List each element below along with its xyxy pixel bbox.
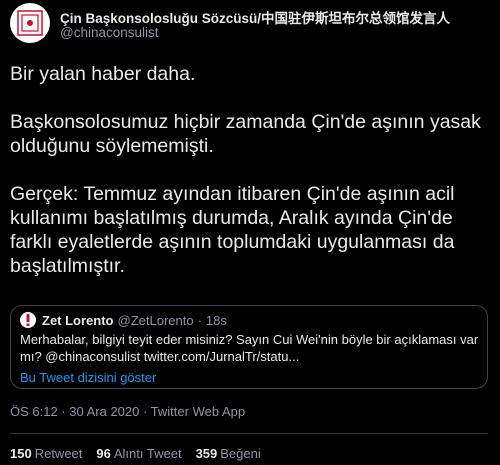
quoted-tweet-text: Merhabalar, bilgiyi teyit eder misiniz? … [20,332,479,364]
tweet-paragraph: Gerçek: Temmuz ayından itibaren Çin'de a… [10,183,455,277]
quoted-author-handle: @ZetLorento [117,312,194,328]
author-handle[interactable]: @chinaconsulist [60,25,159,40]
tweet-paragraph: Başkonsolosumuz hiçbir zamanda Çin'de aş… [10,111,481,157]
quoted-author-name: Zet Lorento [42,312,114,328]
like-number: 359 [195,446,218,461]
author-name[interactable]: Çin Başkonsolosluğu Sözcüsü/中国驻伊斯坦布尔总领馆发… [60,7,450,27]
quoted-tweet-header: Zet Lorento @ZetLorento · 18s [20,311,227,329]
like-count[interactable]: 359 Beğeni [196,446,261,461]
quoted-tweet[interactable]: Zet Lorento @ZetLorento · 18s Merhabalar… [10,305,488,389]
tweet-timestamp[interactable]: ÖS 6:12 · 30 Ara 2020 · Twitter Web App [10,404,245,419]
tweet: Çin Başkonsolosluğu Sözcüsü/中国驻伊斯坦布尔总领馆发… [0,0,500,465]
retweet-number: 150 [10,446,32,461]
quote-tweet-count[interactable]: 96 Alıntı Tweet [96,446,181,461]
retweet-count[interactable]: 150 Retweet [10,446,82,461]
quoted-tweet-time: 18s [205,312,227,328]
tweet-paragraph: Bir yalan haber daha. [10,63,196,85]
exclamation-icon [26,314,30,326]
consulate-emblem-icon [15,8,45,38]
tweet-text: Bir yalan haber daha. Başkonsolosumuz hi… [10,62,485,278]
tweet-stats: 150 Retweet 96 Alıntı Tweet 359 Beğeni [10,446,261,461]
like-label: Beğeni [220,446,261,461]
divider [10,433,488,434]
show-thread-link[interactable]: Bu Tweet dizisini göster [20,370,156,385]
retweet-label: Retweet [34,446,83,461]
quoted-author-avatar [20,312,36,328]
quote-tweet-number: 96 [96,446,111,461]
quote-tweet-label: Alıntı Tweet [113,446,182,461]
author-avatar[interactable] [10,3,50,43]
separator-dot: · [197,312,202,328]
